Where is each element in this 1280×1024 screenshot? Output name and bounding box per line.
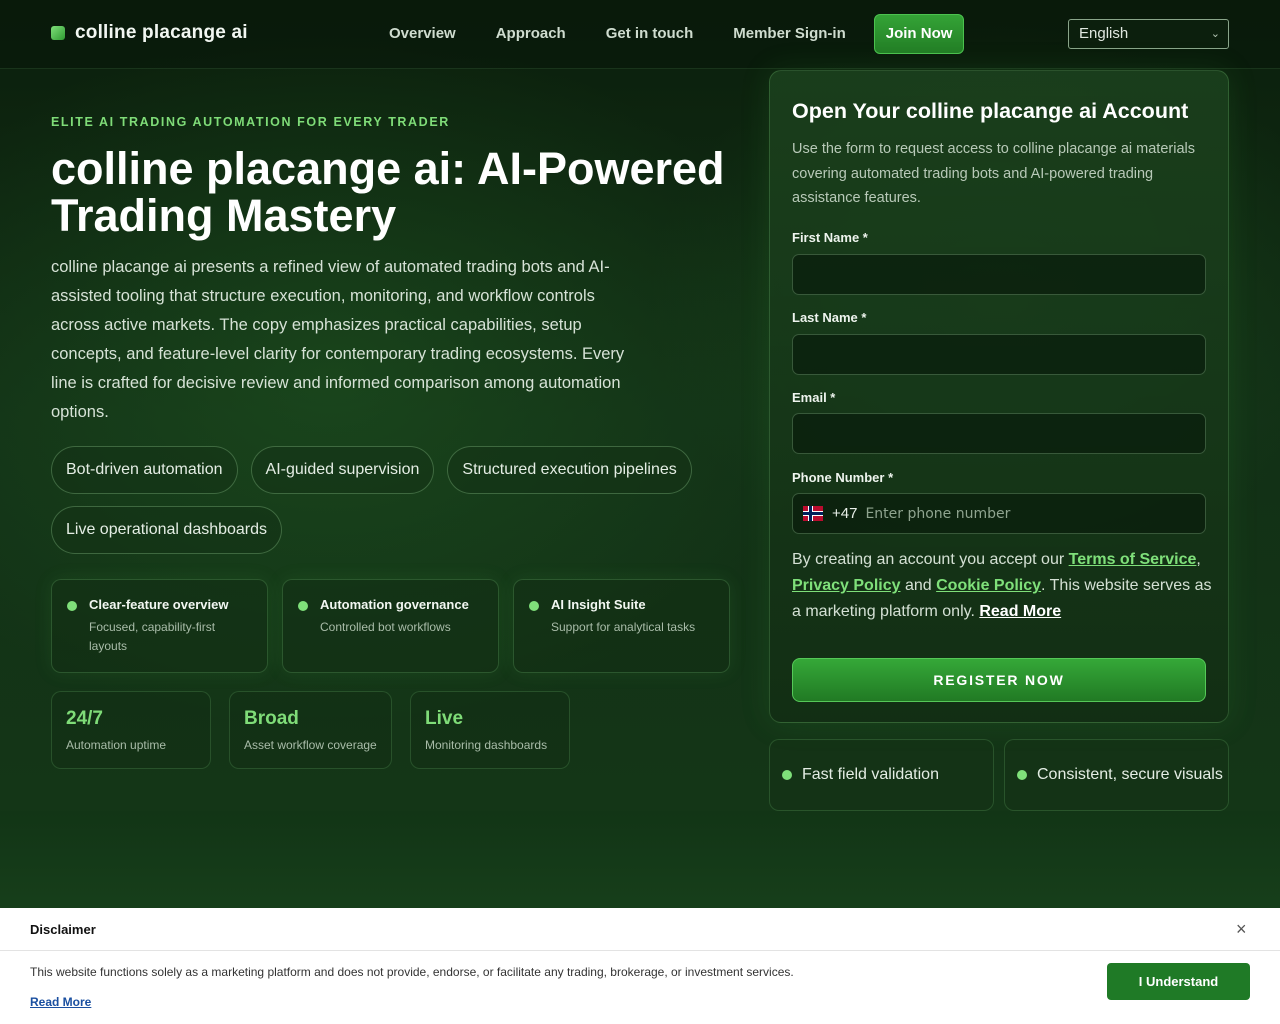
join-now-button[interactable]: Join Now bbox=[873, 14, 965, 54]
first-name-label: First Name * bbox=[792, 230, 868, 245]
language-select[interactable]: English ⌄ bbox=[1068, 19, 1229, 49]
stat-card: Live Monitoring dashboards bbox=[410, 691, 570, 769]
register-button[interactable]: REGISTER NOW bbox=[792, 658, 1206, 702]
hero-eyebrow: ELITE AI TRADING AUTOMATION FOR EVERY TR… bbox=[51, 115, 450, 129]
stat-value: Live bbox=[425, 708, 464, 729]
bullet-dot-icon bbox=[67, 601, 77, 611]
disclaimer-header: Disclaimer × bbox=[0, 908, 1280, 951]
dial-code: +47 bbox=[832, 505, 858, 522]
chevron-down-icon: ⌄ bbox=[1210, 28, 1220, 40]
feature-card: AI Insight Suite Support for analytical … bbox=[513, 579, 730, 673]
chip-ai-guided-supervision: AI-guided supervision bbox=[250, 446, 435, 494]
understand-button[interactable]: I Understand bbox=[1107, 963, 1250, 1000]
email-label: Email * bbox=[792, 390, 836, 405]
brand-logo-icon bbox=[51, 26, 65, 40]
feature-title: Automation governance bbox=[320, 597, 469, 612]
registration-form: Open Your colline placange ai Account Us… bbox=[769, 70, 1229, 723]
stat-label: Asset workflow coverage bbox=[244, 738, 377, 752]
hero-description: colline placange ai presents a refined v… bbox=[51, 258, 625, 421]
stat-value: 24/7 bbox=[66, 708, 103, 729]
disclaimer-read-more-link[interactable]: Read More bbox=[30, 995, 91, 1009]
assurance-card: Consistent, secure visuals bbox=[1004, 739, 1229, 811]
nav-get-in-touch[interactable]: Get in touch bbox=[606, 14, 694, 54]
bullet-dot-icon bbox=[298, 601, 308, 611]
last-name-label: Last Name * bbox=[792, 310, 867, 325]
cookie-link[interactable]: Cookie Policy bbox=[936, 577, 1041, 594]
disclaimer-banner: Disclaimer × This website functions sole… bbox=[0, 908, 1280, 1024]
close-icon[interactable]: × bbox=[1236, 919, 1247, 940]
assurance-card: Fast field validation bbox=[769, 739, 994, 811]
bullet-dot-icon bbox=[782, 770, 792, 780]
chip-live-dashboards: Live operational dashboards bbox=[51, 506, 283, 554]
stat-card: Broad Asset workflow coverage bbox=[229, 691, 392, 769]
site-header: colline placange ai Overview Approach Ge… bbox=[0, 0, 1280, 69]
main-nav: Overview Approach Get in touch Member Si… bbox=[389, 14, 965, 54]
form-description: Use the form to request access to collin… bbox=[792, 141, 1195, 206]
phone-placeholder: Enter phone number bbox=[865, 505, 1011, 522]
privacy-link[interactable]: Privacy Policy bbox=[792, 577, 901, 594]
brand[interactable]: colline placange ai bbox=[51, 22, 248, 44]
feature-title: Clear-feature overview bbox=[89, 597, 229, 612]
phone-input[interactable]: +47 Enter phone number bbox=[792, 493, 1206, 534]
assurance-cards: Fast field validation Consistent, secure… bbox=[769, 739, 1239, 811]
terms-link[interactable]: Terms of Service bbox=[1069, 551, 1197, 568]
assurance-text: Consistent, secure visuals bbox=[1037, 766, 1223, 783]
feature-card: Clear-feature overview Focused, capabili… bbox=[51, 579, 268, 673]
chip-structured-execution: Structured execution pipelines bbox=[447, 446, 692, 494]
consent-and: and bbox=[904, 577, 932, 594]
hero-title: colline placange ai: AI-Powered Trading … bbox=[51, 143, 725, 241]
assurance-text: Fast field validation bbox=[802, 766, 939, 783]
first-name-input[interactable] bbox=[792, 254, 1206, 295]
brand-name: colline placange ai bbox=[75, 22, 248, 43]
feature-subtitle: Focused, capability-first layouts bbox=[89, 620, 216, 653]
stat-card: 24/7 Automation uptime bbox=[51, 691, 211, 769]
read-more-link[interactable]: Read More bbox=[979, 603, 1061, 620]
form-title: Open Your colline placange ai Account bbox=[792, 99, 1189, 123]
disclaimer-text: This website functions solely as a marke… bbox=[30, 965, 794, 979]
nav-member-sign-in[interactable]: Member Sign-in bbox=[733, 14, 846, 54]
phone-label: Phone Number * bbox=[792, 470, 894, 485]
feature-subtitle: Support for analytical tasks bbox=[551, 620, 696, 634]
consent-text: By creating an account you accept our Te… bbox=[792, 551, 1212, 620]
norway-flag-icon[interactable] bbox=[803, 506, 823, 521]
nav-overview[interactable]: Overview bbox=[389, 14, 456, 54]
stat-label: Monitoring dashboards bbox=[425, 738, 548, 752]
feature-title: AI Insight Suite bbox=[551, 597, 646, 612]
email-input[interactable] bbox=[792, 413, 1206, 454]
bullet-dot-icon bbox=[529, 601, 539, 611]
feature-subtitle: Controlled bot workflows bbox=[320, 620, 451, 634]
consent-prefix: By creating an account you accept our bbox=[792, 551, 1065, 568]
disclaimer-title: Disclaimer bbox=[30, 922, 96, 937]
feature-card: Automation governance Controlled bot wor… bbox=[282, 579, 499, 673]
language-value: English bbox=[1079, 25, 1129, 42]
feature-cards: Clear-feature overview Focused, capabili… bbox=[51, 579, 744, 673]
stat-value: Broad bbox=[244, 708, 299, 729]
last-name-input[interactable] bbox=[792, 334, 1206, 375]
bullet-dot-icon bbox=[1017, 770, 1027, 780]
stat-cards: 24/7 Automation uptime Broad Asset workf… bbox=[51, 691, 588, 769]
nav-approach[interactable]: Approach bbox=[496, 14, 566, 54]
stat-label: Automation uptime bbox=[66, 738, 167, 752]
chip-bot-driven-automation: Bot-driven automation bbox=[51, 446, 238, 494]
feature-chips: Bot-driven automation AI-guided supervis… bbox=[51, 446, 741, 566]
